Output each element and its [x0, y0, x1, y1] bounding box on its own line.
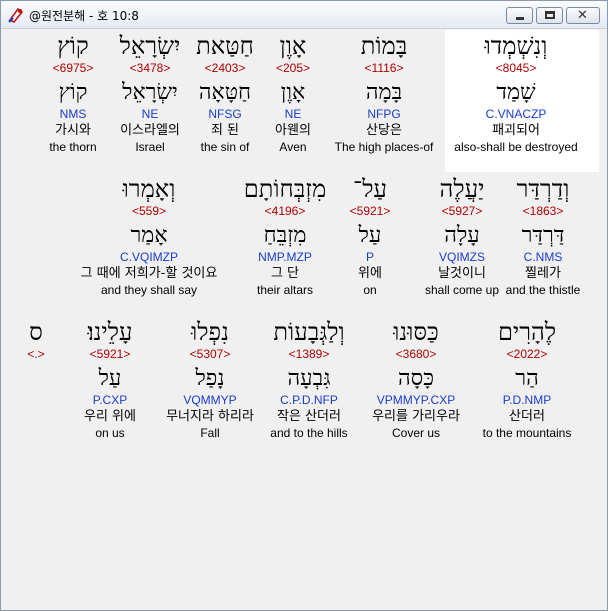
- app-window: @원전분해 - 호 10:8 ✕ וְנִשְׁמְדוּ <8045> שָׁמַ…: [0, 0, 608, 611]
- word-cell[interactable]: ס <.>: [0, 318, 146, 441]
- lemma-word: [0, 365, 146, 393]
- grammar-code: [0, 393, 146, 408]
- hebrew-word: ס: [29, 318, 43, 346]
- grammar-code: NMS: [59, 107, 87, 121]
- close-button[interactable]: ✕: [566, 7, 600, 24]
- title-bar[interactable]: @원전분해 - 호 10:8 ✕: [1, 1, 607, 29]
- english-gloss: [0, 426, 146, 441]
- lemma-word: קוֹץ: [58, 80, 88, 105]
- word-cell[interactable]: קוֹץ <6975> קוֹץ NMS 가시와 the thorn: [0, 32, 183, 155]
- korean-gloss: [0, 408, 146, 426]
- grammar-code: C.VQIMZP: [119, 250, 178, 264]
- app-icon: [8, 7, 24, 24]
- minimize-button[interactable]: [506, 7, 533, 24]
- strong-number: <.>: [27, 347, 45, 361]
- word-cell[interactable]: וְאָמְרוּ <559> אָמַר C.VQIMZP 그 때에 저희가-할 것이…: [39, 175, 259, 298]
- korean-gloss: 그 때에 저희가-할 것이요: [80, 266, 218, 281]
- strong-number: <6975>: [52, 61, 94, 75]
- strong-number: <559>: [131, 204, 167, 218]
- english-gloss: the thorn: [49, 140, 97, 154]
- lemma-word: אָמַר: [130, 223, 168, 248]
- hebrew-word: וְאָמְרוּ: [122, 175, 176, 203]
- korean-gloss: 가시와: [55, 123, 91, 138]
- english-gloss: and they shall say: [100, 283, 198, 297]
- maximize-button[interactable]: [536, 7, 563, 24]
- maximize-icon: [545, 11, 555, 19]
- close-icon: ✕: [577, 8, 588, 23]
- hebrew-word: קוֹץ: [57, 32, 89, 60]
- interlinear-panel: וְנִשְׁמְדוּ <8045> שָׁמַד C.VNACZP 패괴되어 also…: [7, 30, 599, 602]
- minimize-icon: [516, 17, 524, 20]
- window-title: @원전분해 - 호 10:8: [29, 9, 139, 23]
